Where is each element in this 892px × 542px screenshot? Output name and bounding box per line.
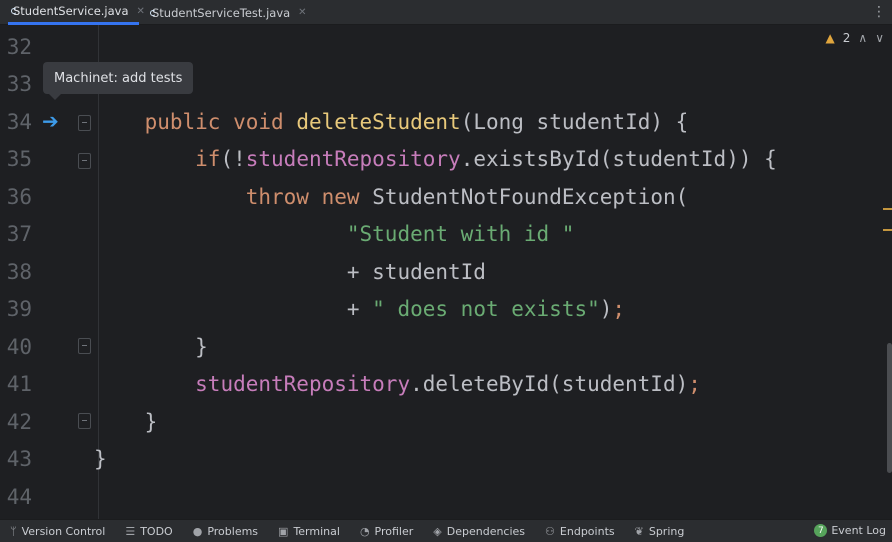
line-number: 32 (6, 35, 32, 59)
warning-count: 2 (842, 31, 851, 45)
code-line: public void deleteStudent(Long studentId… (144, 110, 689, 134)
code-line: } (195, 335, 208, 359)
close-icon[interactable]: ✕ (298, 7, 306, 18)
vertical-scrollbar[interactable] (887, 343, 892, 473)
fold-icon[interactable] (78, 338, 91, 354)
branch-icon: ᛘ (10, 524, 17, 538)
toolwindow-todo[interactable]: ☰ TODO (125, 525, 172, 538)
line-number: 34 (6, 110, 32, 134)
line-number: 38 (6, 260, 32, 284)
code-line: + studentId (346, 260, 486, 284)
line-number: 33 (6, 72, 32, 96)
warning-marker[interactable] (883, 229, 892, 231)
code-editor[interactable]: 32 33 34 35 36 37 38 39 40 41 42 43 44 ➔… (0, 25, 892, 519)
code-line: if(!studentRepository.existsById(student… (195, 147, 777, 171)
line-number: 39 (6, 297, 32, 321)
dependencies-icon: ◈ (433, 524, 442, 538)
toolwindow-dependencies[interactable]: ◈ Dependencies (433, 525, 525, 538)
code-line: throw new StudentNotFoundException( (245, 185, 689, 209)
editor-tab-bar: StudentService.java ✕ StudentServiceTest… (0, 0, 892, 25)
fold-icon[interactable] (78, 153, 91, 169)
toolwindow-endpoints[interactable]: ⚇ Endpoints (545, 525, 615, 538)
line-number: 42 (6, 410, 32, 434)
toolwindow-spring[interactable]: ❦ Spring (635, 525, 685, 538)
tab-label: StudentServiceTest.java (152, 5, 291, 20)
toolwindow-profiler[interactable]: ◔ Profiler (360, 525, 413, 538)
code-line: + " does not exists"); (346, 297, 626, 321)
machinet-tooltip: Machinet: add tests (43, 62, 194, 100)
more-options-icon[interactable]: ⋮ (872, 3, 886, 21)
inspection-widget[interactable]: ▲ 2 ∧ ∨ (826, 31, 884, 45)
chevron-up-icon[interactable]: ∧ (858, 31, 867, 45)
line-number: 36 (6, 185, 32, 209)
line-number: 43 (6, 447, 32, 471)
line-number: 37 (6, 222, 32, 246)
code-line: studentRepository.deleteById(studentId); (195, 372, 701, 396)
event-count-badge: 7 (814, 524, 828, 537)
list-icon: ☰ (125, 524, 136, 538)
line-number: 35 (6, 147, 32, 171)
chevron-down-icon[interactable]: ∨ (875, 31, 884, 45)
line-number: 44 (6, 485, 32, 509)
toolwindow-version-control[interactable]: ᛘ Version Control (10, 525, 105, 538)
tool-window-bar: ᛘ Version Control ☰ TODO ● Problems ▣ Termin… (0, 519, 892, 542)
spring-icon: ❦ (634, 524, 644, 538)
code-line: } (94, 447, 107, 471)
tab-studentservicetest[interactable]: StudentServiceTest.java ✕ (147, 0, 307, 25)
tab-studentservice[interactable]: StudentService.java ✕ (8, 0, 145, 25)
machinet-generate-tests-icon[interactable]: ➔ (42, 109, 59, 133)
line-number: 40 (6, 335, 32, 359)
fold-icon[interactable] (78, 413, 91, 429)
code-line: } (144, 410, 158, 434)
event-log-button[interactable]: 7 Event Log (814, 524, 886, 537)
close-icon[interactable]: ✕ (137, 6, 145, 17)
code-line: "Student with id " (346, 222, 575, 246)
tab-label: StudentService.java (13, 4, 129, 18)
fold-icon[interactable] (78, 115, 91, 131)
endpoints-icon: ⚇ (545, 524, 555, 538)
problems-icon: ● (192, 524, 203, 538)
warning-marker[interactable] (883, 208, 892, 210)
warning-icon: ▲ (825, 31, 835, 45)
line-number: 41 (6, 372, 32, 396)
terminal-icon: ▣ (278, 524, 289, 538)
profiler-icon: ◔ (359, 524, 370, 538)
toolwindow-problems[interactable]: ● Problems (193, 525, 258, 538)
toolwindow-terminal[interactable]: ▣ Terminal (278, 525, 340, 538)
